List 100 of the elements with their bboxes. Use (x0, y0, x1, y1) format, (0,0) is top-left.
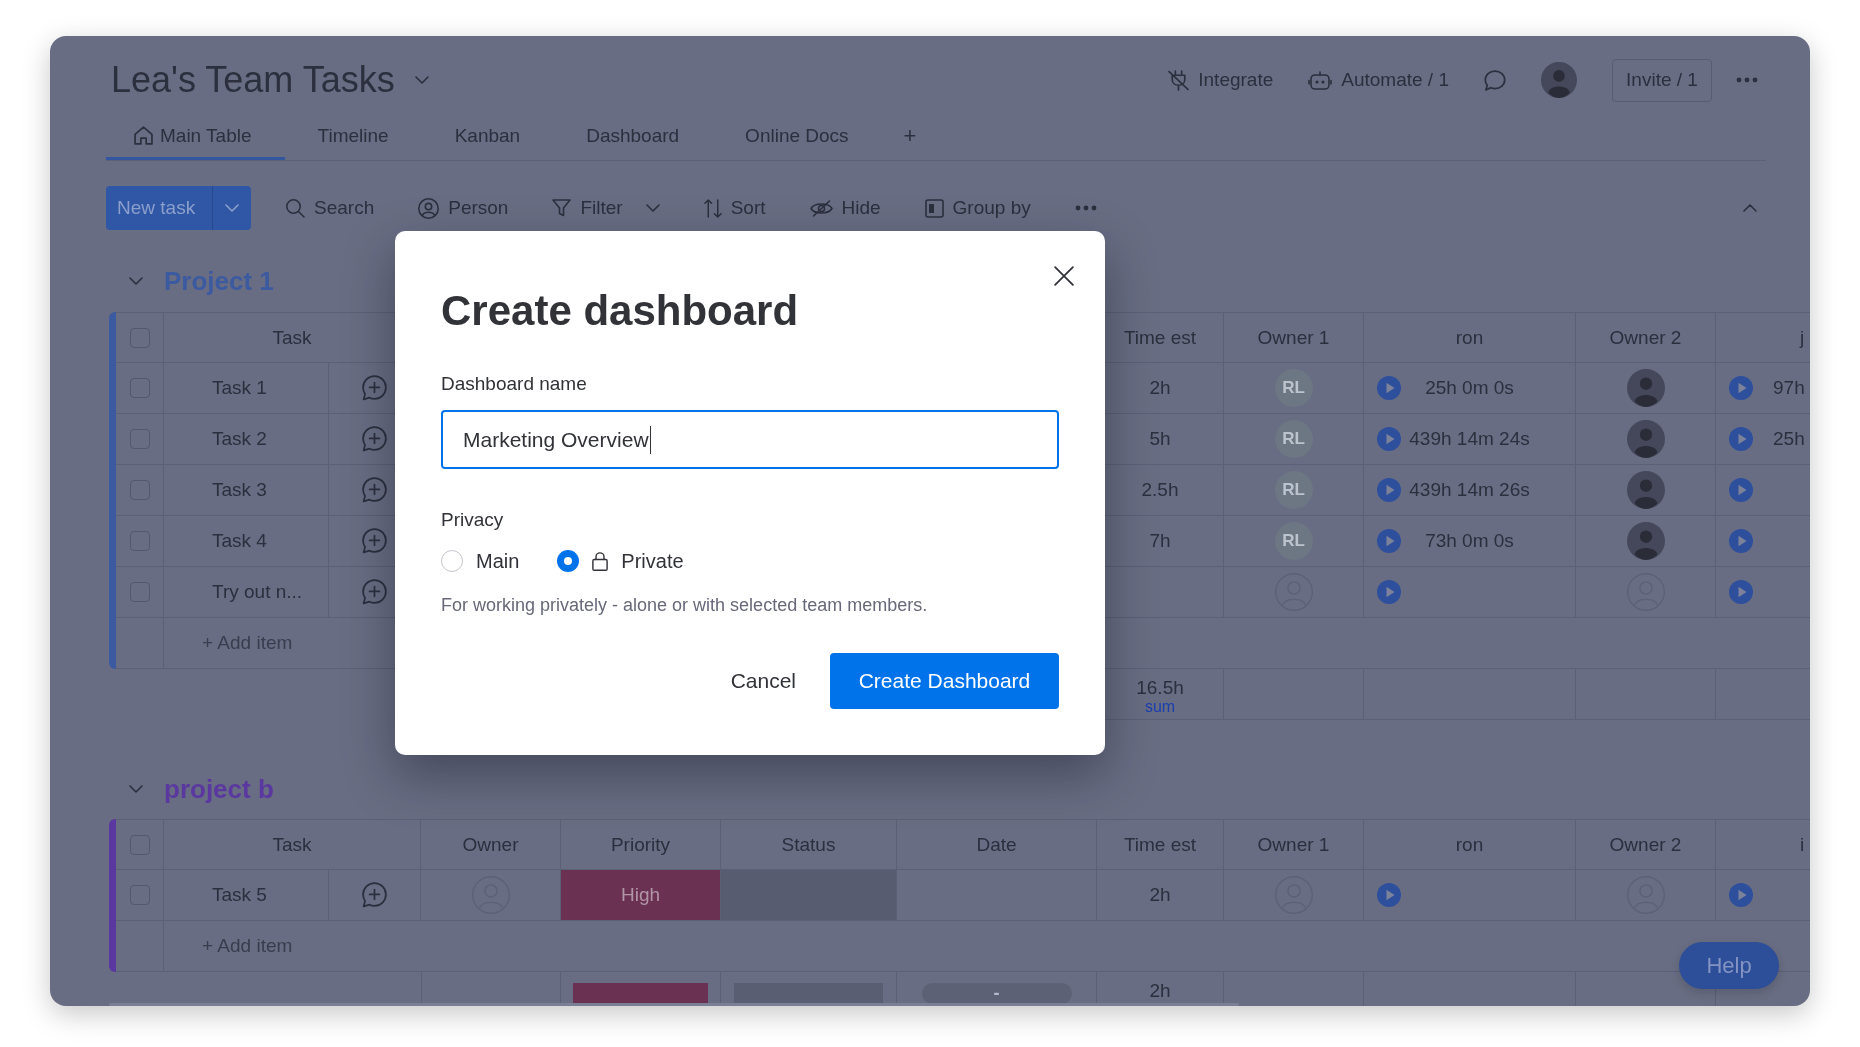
column-header: Owner 2 (1609, 326, 1682, 349)
privacy-description: For working privately - alone or with selected team members. (441, 594, 929, 617)
avatar-icon (1626, 522, 1665, 560)
play-icon[interactable] (1377, 580, 1401, 604)
play-icon[interactable] (1729, 529, 1753, 553)
date-range-pill: - (921, 983, 1072, 1004)
add-comment-icon[interactable] (362, 477, 387, 503)
column-header: j (1800, 326, 1805, 349)
sort-button[interactable]: Sort (703, 188, 766, 228)
task-name[interactable]: Try out n... (212, 581, 303, 603)
hide-button[interactable]: Hide (809, 188, 881, 228)
view-tab[interactable]: Kanban (421, 111, 554, 160)
play-icon[interactable] (1377, 529, 1401, 553)
column-header: Task (272, 326, 312, 349)
play-icon[interactable] (1729, 427, 1753, 451)
time-estimate: 2h (1149, 884, 1171, 906)
person-filter-button[interactable]: Person (418, 188, 509, 228)
field-label: Dashboard name (441, 372, 588, 396)
chevron-down-icon (225, 204, 239, 212)
help-button[interactable]: Help (1679, 942, 1779, 989)
radio-label[interactable]: Private (621, 549, 684, 573)
sort-icon (703, 198, 722, 218)
board-title[interactable]: Lea's Team Tasks (111, 58, 395, 102)
chevron-up-icon[interactable] (1743, 204, 1757, 212)
integrate-button[interactable]: Integrate (1168, 60, 1274, 100)
add-comment-icon[interactable] (362, 882, 387, 908)
add-comment-icon[interactable] (362, 579, 387, 605)
crossed-eye-icon (809, 199, 833, 217)
initials-avatar: RL (1274, 522, 1313, 560)
time-tracked: 439h 14m 24s (1408, 428, 1531, 450)
radio-button[interactable] (557, 550, 580, 572)
initials-avatar: RL (1274, 471, 1313, 509)
close-icon[interactable] (1054, 266, 1074, 286)
column-header: Time est (1123, 326, 1197, 349)
play-icon[interactable] (1377, 478, 1401, 502)
more-icon[interactable] (1074, 205, 1097, 211)
invite-button[interactable]: Invite / 1 (1612, 58, 1712, 102)
scrollbar-thumb[interactable] (109, 1003, 1239, 1006)
avatar-icon[interactable] (1541, 62, 1577, 98)
robot-icon (1308, 70, 1333, 90)
time-estimate: 5h (1149, 428, 1171, 450)
radio-label[interactable]: Main (476, 549, 520, 573)
task-name[interactable]: Task 4 (212, 530, 267, 552)
task-name[interactable]: Task 1 (212, 377, 267, 399)
avatar-icon (1626, 471, 1665, 509)
avatar-icon (1626, 420, 1665, 458)
add-comment-icon[interactable] (362, 528, 387, 554)
play-icon[interactable] (1729, 478, 1753, 502)
view-tab[interactable]: Timeline (284, 111, 422, 160)
new-task-menu-button[interactable] (212, 186, 251, 230)
chevron-down-icon[interactable] (129, 277, 143, 285)
play-icon[interactable] (1377, 883, 1401, 907)
sum-caption: sum (1144, 698, 1176, 715)
field-label: Privacy (441, 508, 505, 532)
view-tab[interactable]: Main Table (106, 111, 285, 160)
column-header: Task (272, 833, 312, 856)
new-task-button[interactable]: New task (106, 186, 212, 230)
speech-bubble-icon[interactable] (1484, 69, 1506, 91)
automate-button[interactable]: Automate / 1 (1308, 60, 1449, 100)
add-comment-icon[interactable] (362, 426, 387, 452)
chevron-down-icon[interactable] (414, 76, 429, 84)
create-dashboard-button[interactable]: Create Dashboard (830, 653, 1059, 709)
dialog-title: Create dashboard (441, 286, 800, 336)
play-icon[interactable] (1729, 376, 1753, 400)
play-icon[interactable] (1377, 376, 1401, 400)
view-tab[interactable]: Online Docs (712, 111, 882, 160)
time-tracked: 73h 0m 0s (1424, 530, 1515, 552)
radio-button[interactable] (441, 550, 463, 572)
task-name[interactable]: Task 2 (212, 428, 267, 450)
time-estimate: 7h (1149, 530, 1171, 552)
task-name[interactable]: Task 3 (212, 479, 267, 501)
add-view-button[interactable]: + (881, 111, 939, 160)
priority-label[interactable]: High (561, 870, 720, 920)
avatar-icon (1626, 369, 1665, 407)
initials-avatar: RL (1274, 369, 1313, 407)
cancel-button[interactable]: Cancel (714, 653, 812, 709)
person-icon (418, 197, 440, 219)
column-header: Time est (1123, 833, 1197, 856)
column-header: i (1800, 833, 1805, 856)
more-icon[interactable] (1736, 77, 1758, 83)
play-icon[interactable] (1729, 883, 1753, 907)
column-header: ron (1455, 326, 1484, 349)
view-tab[interactable]: Dashboard (553, 111, 713, 160)
column-header: Status (781, 833, 836, 856)
filter-icon (552, 199, 572, 217)
task-name[interactable]: Task 5 (212, 884, 267, 906)
column-header: Priority (610, 833, 671, 856)
column-header: ron (1455, 833, 1484, 856)
filter-button[interactable]: Filter (552, 188, 660, 228)
add-comment-icon[interactable] (362, 375, 387, 401)
chevron-down-icon[interactable] (129, 785, 143, 793)
group-by-button[interactable]: Group by (924, 188, 1031, 228)
home-icon (134, 126, 153, 145)
search-button[interactable]: Search (286, 188, 375, 228)
status-cell[interactable] (721, 870, 896, 920)
time-tracked: 439h 14m 26s (1408, 479, 1531, 501)
dashboard-name-input[interactable]: Marketing Overview (441, 410, 1059, 469)
play-icon[interactable] (1377, 427, 1401, 451)
column-header: Owner 2 (1609, 833, 1682, 856)
play-icon[interactable] (1729, 580, 1753, 604)
